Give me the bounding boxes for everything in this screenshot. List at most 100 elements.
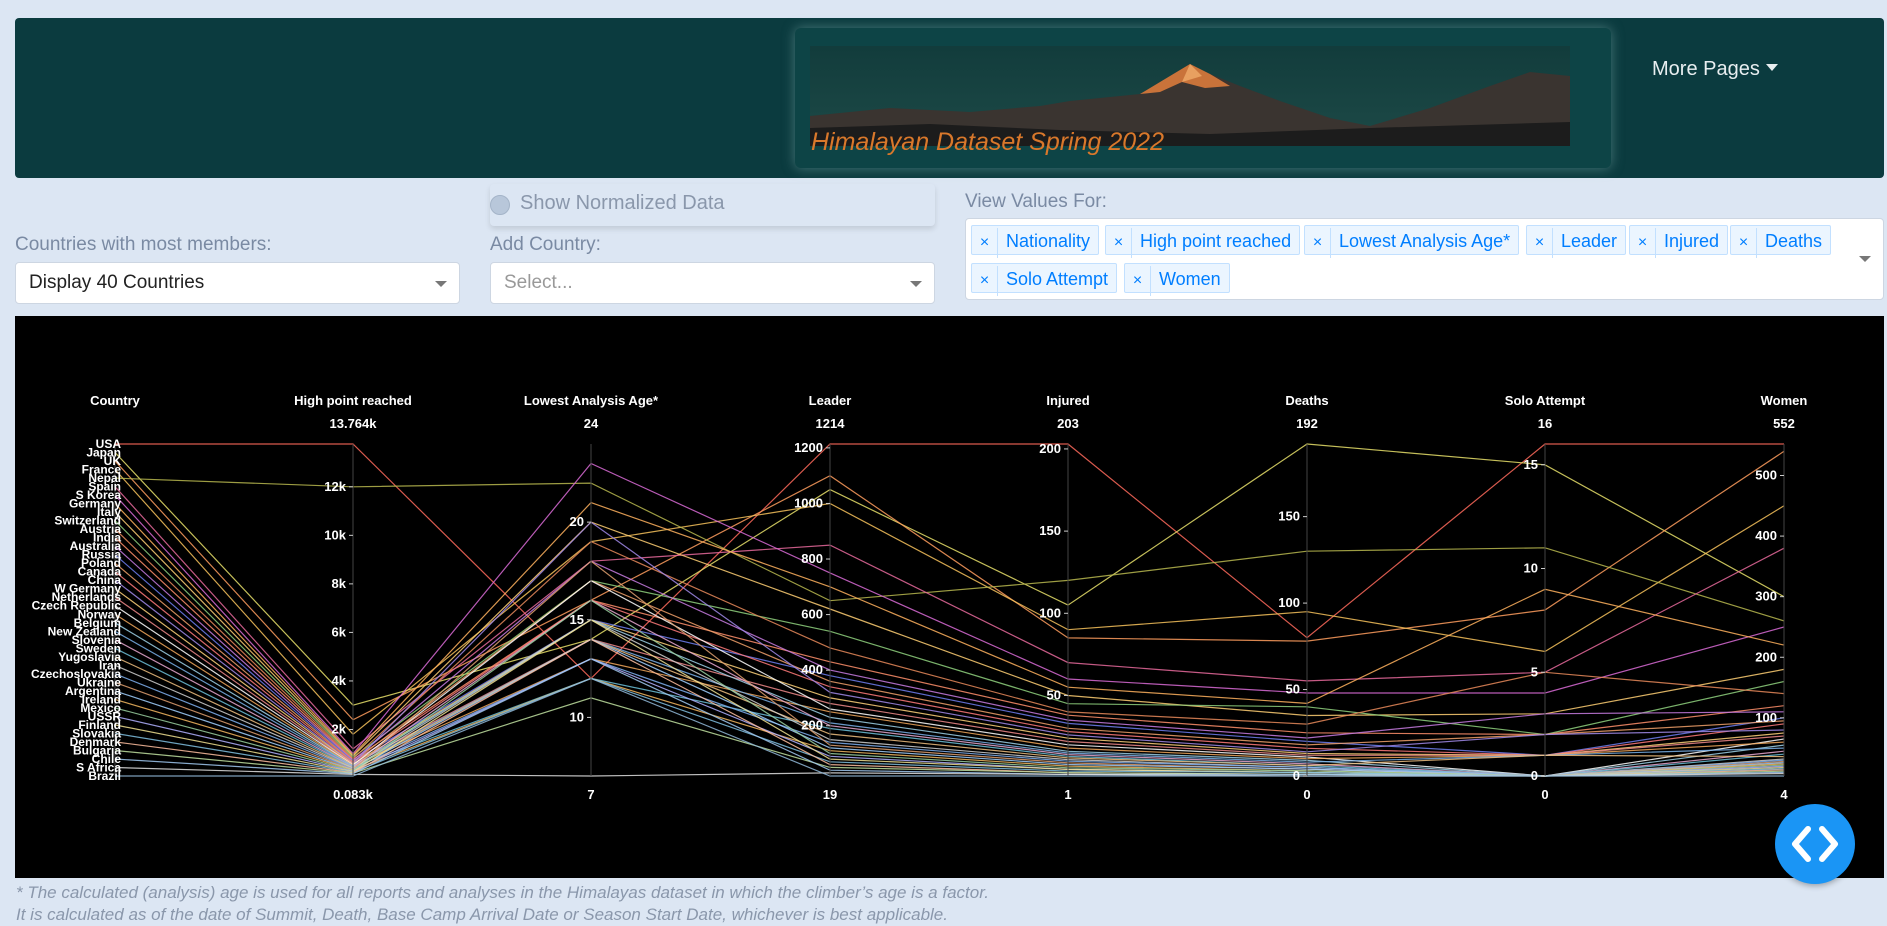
axis-max-label: 13.764k	[330, 416, 378, 431]
tick-label: 800	[801, 551, 823, 566]
banner-title: Himalayan Dataset Spring 2022	[811, 128, 1164, 156]
axis-min-label: 0	[1541, 787, 1548, 802]
footnote: * The calculated (analysis) age is used …	[16, 882, 989, 926]
axis-min-label: 0.083k	[333, 787, 374, 802]
tick-label: 10k	[324, 527, 346, 542]
add-country-label: Add Country:	[490, 234, 601, 255]
remove-icon[interactable]: ×	[1125, 266, 1151, 296]
tag-label: High point reached	[1140, 231, 1292, 251]
tick-label: 50	[1047, 687, 1061, 702]
series-line-germany	[114, 501, 1785, 756]
remove-icon[interactable]: ×	[972, 228, 998, 258]
tick-label: 6k	[332, 624, 347, 639]
axis-title: Injured	[1046, 393, 1089, 408]
axis-title: Leader	[809, 393, 852, 408]
axis-min-label: 7	[587, 787, 594, 802]
tick-label: 20	[570, 514, 584, 529]
tick-label: 400	[801, 662, 823, 677]
footnote-line-1: * The calculated (analysis) age is used …	[16, 883, 989, 902]
series-line-s-korea	[114, 462, 1785, 755]
axis-title: Lowest Analysis Age*	[524, 393, 659, 408]
tag-label: Lowest Analysis Age*	[1339, 231, 1511, 251]
tick-label: 15	[570, 612, 584, 627]
footnote-line-2: It is calculated as of the date of Summi…	[16, 905, 948, 924]
add-country-placeholder: Select...	[504, 272, 573, 293]
tick-label: 600	[801, 607, 823, 622]
tag-leader: × Leader	[1526, 225, 1627, 258]
axis-max-label: 24	[584, 416, 599, 431]
axis-min-label: 19	[823, 787, 837, 802]
parallel-coordinates-svg[interactable]: Country High point reached 13.764k 0.083k 2k…	[15, 316, 1884, 878]
remove-icon[interactable]: ×	[972, 266, 998, 296]
countries-select-value: Display 40 Countries	[29, 272, 205, 293]
view-values-multiselect[interactable]: × Nationality × High point reached × Lowest…	[965, 218, 1884, 300]
chevron-down-icon	[435, 281, 447, 287]
tick-label: 200	[1755, 649, 1777, 664]
tick-label: 1200	[794, 440, 823, 455]
series-line-switzerland	[114, 520, 1785, 759]
tag-women: × Women	[1124, 263, 1230, 296]
tag-label: Women	[1159, 269, 1221, 289]
tick-label: 200	[801, 718, 823, 733]
axis-title: Country	[90, 393, 141, 408]
tag-label: Injured	[1664, 231, 1720, 251]
tick-label: 200	[1039, 441, 1061, 456]
tick-label: 100	[1278, 595, 1300, 610]
tick-label: 150	[1039, 523, 1061, 538]
tag-label: Leader	[1561, 231, 1618, 251]
add-country-select[interactable]: Select...	[490, 262, 935, 304]
tag-high-point: × High point reached	[1105, 225, 1301, 258]
remove-icon[interactable]: ×	[1731, 228, 1757, 258]
tag-label: Solo Attempt	[1006, 269, 1109, 289]
remove-icon[interactable]: ×	[1630, 228, 1656, 258]
more-pages-label: More Pages	[1652, 58, 1760, 80]
axis-max-label: 1214	[816, 416, 846, 431]
series-line-nepal	[114, 477, 1785, 622]
axis-max-label: 552	[1773, 416, 1795, 431]
series-line-poland	[114, 562, 1785, 763]
tick-label: 4k	[332, 673, 347, 688]
series-line-australia	[114, 545, 1785, 762]
tick-label: 10	[570, 709, 584, 724]
tag-label: Deaths	[1765, 231, 1823, 251]
code-toggle-button[interactable]	[1775, 804, 1855, 884]
axis-max-label: 16	[1538, 416, 1552, 431]
more-pages-dropdown[interactable]: More Pages	[1652, 58, 1778, 81]
axis-min-label: 4	[1780, 787, 1788, 802]
tick-label: 8k	[332, 576, 347, 591]
axis-title: Solo Attempt	[1505, 393, 1586, 408]
series-line-italy	[114, 511, 1785, 758]
countries-label: Countries with most members:	[15, 234, 272, 255]
parallel-coordinates-plot[interactable]: Country High point reached 13.764k 0.083k 2k…	[15, 316, 1884, 878]
remove-icon[interactable]: ×	[1527, 228, 1553, 258]
tick-label: 100	[1039, 605, 1061, 620]
tag-label: Nationality	[1006, 231, 1091, 251]
tag-nationality: × Nationality	[971, 225, 1100, 258]
axis-min-label: 0	[1303, 787, 1310, 802]
countries-select[interactable]: Display 40 Countries	[15, 262, 460, 304]
remove-icon[interactable]: ×	[1106, 228, 1132, 258]
tick-label: 500	[1755, 468, 1777, 483]
normalize-toggle[interactable]: Show Normalized Data	[490, 184, 935, 226]
axis-max-label: 203	[1057, 416, 1079, 431]
banner: Himalayan Dataset Spring 2022	[795, 28, 1611, 168]
axis-title: Women	[1761, 393, 1808, 408]
tick-label: 100	[1755, 710, 1777, 725]
view-values-label: View Values For:	[965, 191, 1107, 212]
radio-icon[interactable]	[490, 195, 510, 215]
tick-label: 2k	[332, 721, 347, 736]
axis-max-label: 192	[1296, 416, 1318, 431]
tick-label: 50	[1286, 682, 1300, 697]
tick-label: 0	[1293, 768, 1300, 783]
axis-title: Deaths	[1285, 393, 1328, 408]
axis-min-label: 1	[1064, 787, 1071, 802]
remove-icon[interactable]: ×	[1305, 228, 1331, 258]
tag-deaths: × Deaths	[1730, 225, 1832, 258]
axis-title: High point reached	[294, 393, 412, 408]
chevron-left-right-icon	[1792, 826, 1838, 862]
series-line-france	[114, 469, 1785, 736]
chevron-down-icon[interactable]	[1859, 256, 1871, 262]
tick-label: 15	[1524, 457, 1538, 472]
normalize-label: Show Normalized Data	[520, 192, 725, 214]
tag-injured: × Injured	[1629, 225, 1729, 258]
